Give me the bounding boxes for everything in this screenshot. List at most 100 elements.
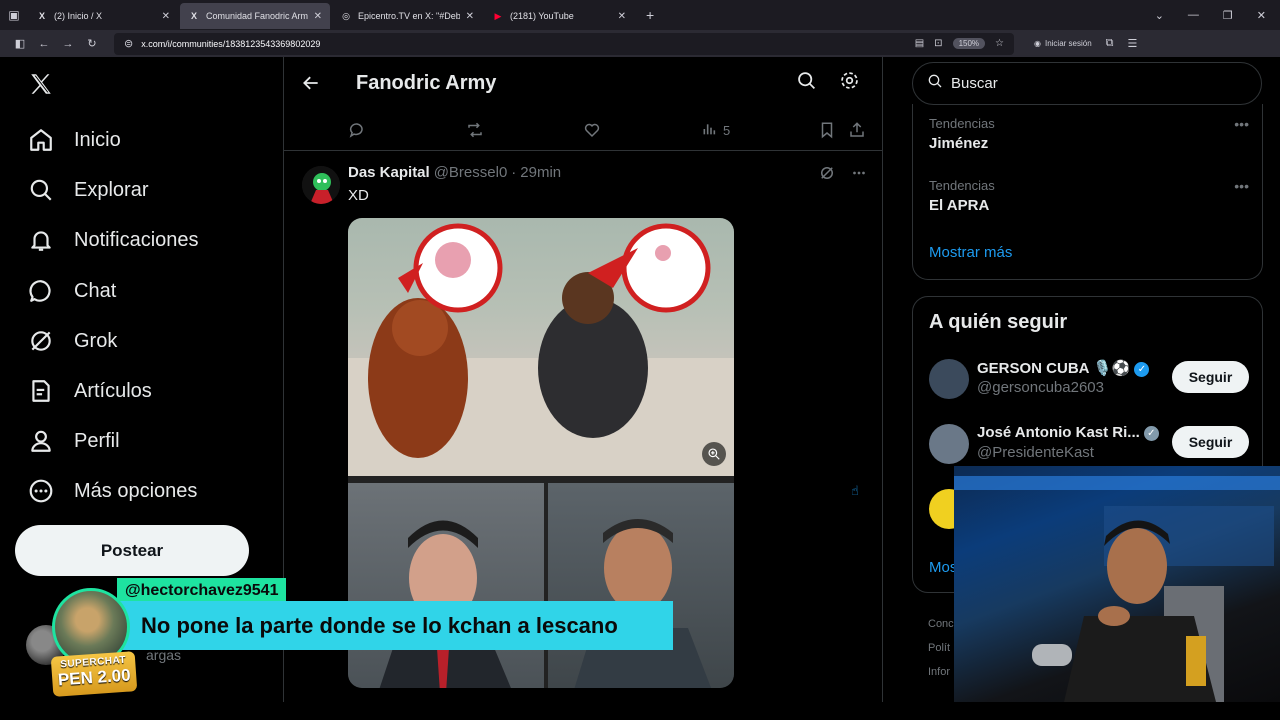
sidebar-item-perfil[interactable]: Perfil	[28, 421, 120, 461]
bookmark-icon[interactable]	[818, 121, 836, 139]
post-timestamp[interactable]: 29min	[520, 164, 561, 181]
tab-overview-icon[interactable]: ▣	[0, 0, 28, 30]
follow-button[interactable]: Seguir	[1172, 426, 1249, 458]
trends-panel: Tendencias Jiménez ••• Tendencias El APR…	[912, 104, 1263, 280]
avatar[interactable]	[929, 424, 969, 464]
back-arrow-icon[interactable]: ←	[32, 38, 56, 50]
community-header: Fanodric Army	[284, 57, 882, 109]
maximize-icon[interactable]: ❐	[1223, 9, 1233, 22]
home-icon	[28, 127, 54, 153]
search-icon[interactable]	[796, 70, 817, 96]
x-logo-icon[interactable]	[28, 71, 54, 105]
views-button[interactable]: 5	[701, 121, 730, 140]
previous-post-actions: 5	[284, 115, 882, 151]
sidebar-item-chat[interactable]: Chat	[28, 271, 116, 311]
site-info-icon[interactable]: ⊜	[124, 37, 133, 50]
browser-tab-3[interactable]: ▶ (2181) YouTube ✕	[484, 3, 634, 29]
share-icon[interactable]	[848, 121, 866, 139]
sidebar-item-notificaciones[interactable]: Notificaciones	[28, 220, 199, 260]
more-options-icon[interactable]: •••	[1234, 116, 1249, 132]
repost-icon[interactable]	[466, 121, 484, 139]
menu-icon[interactable]: ☰	[1128, 37, 1138, 50]
trend-item[interactable]: Tendencias Jiménez •••	[929, 116, 1249, 152]
login-label: Iniciar sesión	[1044, 39, 1092, 48]
bookmark-star-icon[interactable]: ☆	[995, 38, 1004, 49]
grok-icon[interactable]	[818, 164, 836, 187]
bottom-strip	[0, 702, 1280, 720]
views-chart-icon	[701, 121, 717, 140]
epicentro-favicon-icon: ◎	[342, 10, 350, 21]
avatar[interactable]	[929, 359, 969, 399]
tab-label: Comunidad Fanodric Army / X	[206, 11, 308, 21]
sidebar-item-explorar[interactable]: Explorar	[28, 170, 148, 210]
browser-tab-1[interactable]: X Comunidad Fanodric Army / X ✕	[180, 3, 330, 29]
post-button[interactable]: Postear	[15, 525, 249, 576]
address-bar[interactable]: ⊜ x.com/i/communities/183812354336980202…	[114, 32, 1014, 55]
zoom-in-icon[interactable]	[702, 442, 726, 466]
chat-icon	[28, 278, 54, 304]
minimize-icon[interactable]: —	[1188, 9, 1199, 22]
like-icon[interactable]	[583, 121, 601, 139]
verified-badge-icon: ✓	[1143, 425, 1159, 441]
post-text: XD	[348, 187, 369, 204]
post-author-avatar[interactable]	[302, 166, 340, 204]
show-more-link[interactable]: Mostrar más	[929, 244, 1012, 261]
search-box[interactable]	[912, 62, 1262, 105]
sidebar-item-label: Notificaciones	[74, 228, 199, 251]
close-icon[interactable]: ✕	[314, 11, 322, 22]
page-title: Fanodric Army	[356, 71, 497, 94]
sidebar-item-inicio[interactable]: Inicio	[28, 120, 121, 160]
follow-handle: @gersoncuba2603	[977, 379, 1104, 396]
footer-link[interactable]: Infor	[928, 660, 954, 684]
follow-suggestion[interactable]: José Antonio Kast Ri... ✓ @PresidenteKast…	[929, 422, 1249, 466]
forward-arrow-icon[interactable]: →	[56, 38, 80, 50]
search-input[interactable]	[951, 75, 1231, 92]
superchat-username: @hectorchavez9541	[125, 582, 279, 599]
youtube-favicon-icon: ▶	[494, 10, 502, 21]
follow-name: José Antonio Kast Ri... ✓	[977, 424, 1159, 441]
grok-icon	[28, 328, 54, 354]
tab-list-chevron-icon[interactable]: ⌄	[1155, 9, 1164, 22]
screenshot-icon[interactable]: ⊡	[934, 38, 942, 49]
footer-link[interactable]: Polít	[928, 636, 954, 660]
sidebar-item-grok[interactable]: Grok	[28, 321, 117, 361]
tab-label: Epicentro.TV en X: "#Debat	[358, 11, 460, 21]
follow-suggestion[interactable]: GERSON CUBA 🎙️⚽ ✓ @gersoncuba2603 Seguir	[929, 357, 1249, 401]
url-text: x.com/i/communities/1838123543369802029	[141, 38, 321, 49]
sidebar-item-label: Más opciones	[74, 479, 198, 502]
reload-icon[interactable]: ↻	[80, 37, 104, 50]
header-actions	[796, 70, 882, 96]
browser-tab-0[interactable]: X (2) Inicio / X ✕	[28, 3, 178, 29]
close-icon[interactable]: ✕	[466, 11, 474, 22]
zoom-level[interactable]: 150%	[952, 38, 986, 49]
post-author-handle[interactable]: @Bressel0	[434, 164, 508, 181]
follow-handle: @PresidenteKast	[977, 444, 1094, 461]
sidebar-item-mas-opciones[interactable]: Más opciones	[28, 471, 197, 511]
more-options-icon[interactable]	[850, 164, 868, 187]
follow-name: GERSON CUBA 🎙️⚽ ✓	[977, 359, 1150, 377]
reader-view-icon[interactable]: ▤	[915, 38, 924, 49]
follow-button[interactable]: Seguir	[1172, 361, 1249, 393]
gear-icon[interactable]	[839, 70, 860, 96]
footer-link[interactable]: Conc	[928, 612, 954, 636]
more-options-icon[interactable]: •••	[1234, 178, 1249, 194]
sidebar-toggle-icon[interactable]: ◧	[8, 37, 32, 50]
trend-name: El APRA	[929, 197, 990, 214]
login-button[interactable]: ◉ Iniciar sesión	[1034, 39, 1092, 48]
trend-item[interactable]: Tendencias El APRA •••	[929, 178, 1249, 214]
new-tab-button[interactable]: +	[636, 7, 664, 23]
reply-icon[interactable]	[348, 121, 366, 139]
x-favicon-icon: X	[190, 11, 197, 21]
browser-tab-2[interactable]: ◎ Epicentro.TV en X: "#Debat ✕	[332, 3, 482, 29]
extensions-icon[interactable]: ⧉	[1106, 37, 1114, 50]
close-icon[interactable]: ✕	[162, 11, 170, 22]
article-icon	[28, 378, 54, 404]
window-close-icon[interactable]: ✕	[1257, 9, 1266, 22]
sidebar-item-articulos[interactable]: Artículos	[28, 371, 152, 411]
back-arrow-icon[interactable]	[300, 72, 322, 94]
follow-name-text: GERSON CUBA 🎙️⚽	[977, 360, 1131, 377]
superchat-badge: SUPERCHAT PEN 2.00	[50, 651, 138, 697]
views-count: 5	[723, 123, 731, 138]
post-author-name[interactable]: Das Kapital	[348, 164, 430, 181]
close-icon[interactable]: ✕	[618, 11, 626, 22]
